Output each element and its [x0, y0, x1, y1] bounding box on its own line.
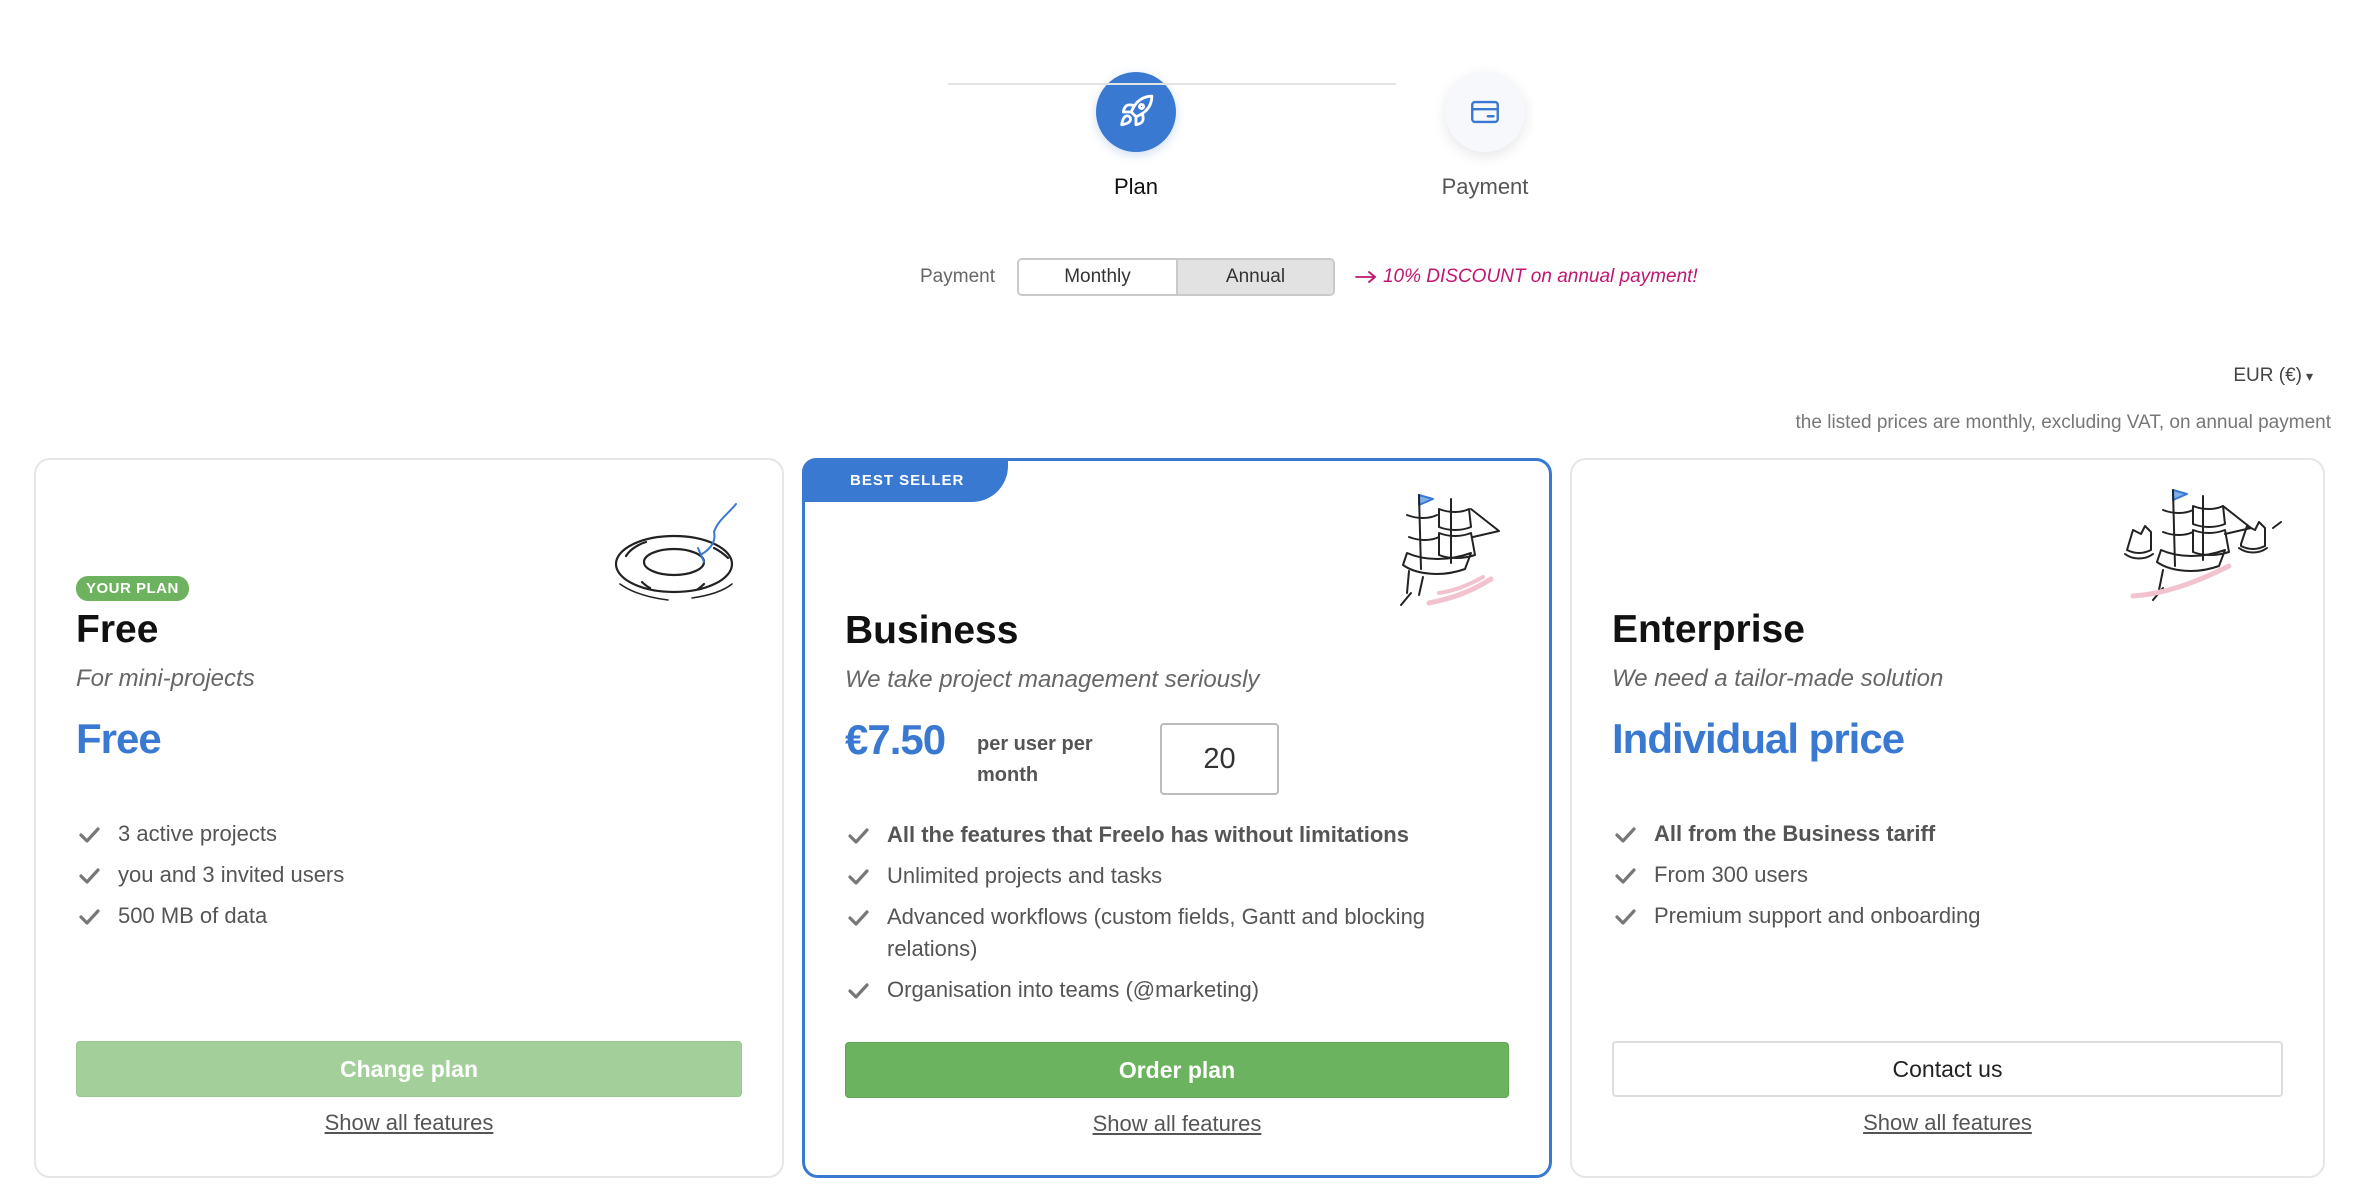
plan-price: Free — [76, 715, 162, 762]
arrow-right-icon — [1355, 271, 1376, 283]
show-all-features-link[interactable]: Show all features — [845, 1111, 1509, 1137]
plan-name: Enterprise — [1612, 608, 1805, 651]
billing-toggle: Monthly Annual — [1016, 258, 1335, 296]
feature-text: Advanced workflows (custom fields, Gantt… — [887, 904, 1426, 961]
billing-period-selector: Payment Monthly Annual 10% DISCOUNT on a… — [920, 258, 1698, 296]
per-user-label: per user per month — [977, 733, 1093, 786]
feature-text: 500 MB of data — [118, 903, 268, 928]
feature-item: All from the Business tariff — [1612, 818, 2283, 850]
step-payment[interactable]: Payment — [1425, 72, 1545, 200]
plan-name: Business — [845, 609, 1019, 652]
plan-price: €7.50 — [845, 716, 946, 763]
user-quantity-input[interactable]: 20 — [1160, 723, 1279, 795]
feature-item: 500 MB of data — [76, 900, 742, 932]
feature-item: Advanced workflows (custom fields, Gantt… — [845, 901, 1509, 965]
plan-name: Free — [76, 608, 159, 651]
check-icon — [79, 909, 100, 925]
feature-text: All from the Business tariff — [1654, 821, 1936, 846]
fleet-icon — [2124, 489, 2282, 601]
plan-subtitle: We take project management seriously — [845, 666, 1260, 693]
life-ring-icon — [614, 503, 737, 601]
feature-item: Premium support and onboarding — [1612, 900, 2283, 932]
feature-list: 3 active projects you and 3 invited user… — [76, 818, 742, 941]
check-icon — [1615, 827, 1636, 843]
feature-text: Premium support and onboarding — [1654, 903, 1981, 928]
step-payment-circle[interactable] — [1445, 72, 1525, 152]
feature-text: you and 3 invited users — [118, 862, 345, 887]
order-plan-button[interactable]: Order plan — [845, 1042, 1509, 1098]
rocket-icon — [1120, 94, 1154, 127]
feature-text: 3 active projects — [118, 821, 277, 846]
billing-label: Payment — [920, 266, 995, 287]
check-icon — [79, 827, 100, 843]
currency-label: EUR (€) — [2233, 365, 2302, 386]
billing-annual-button[interactable]: Annual — [1175, 260, 1333, 294]
currency-dropdown[interactable]: EUR (€) ▾ — [2233, 365, 2313, 387]
stepper-connector — [948, 83, 1396, 85]
check-icon — [848, 869, 869, 885]
check-icon — [1615, 909, 1636, 925]
check-icon — [848, 828, 869, 844]
plan-card-business: BEST SELLER Business We take project man… — [802, 458, 1552, 1178]
check-icon — [1615, 868, 1636, 884]
contact-us-button[interactable]: Contact us — [1612, 1041, 2283, 1097]
show-all-features-link[interactable]: Show all features — [1612, 1110, 2283, 1136]
discount-text: 10% DISCOUNT on annual payment! — [1382, 266, 1698, 287]
your-plan-badge: YOUR PLAN — [76, 576, 189, 601]
check-icon — [848, 910, 869, 926]
plan-subtitle: For mini-projects — [76, 665, 255, 692]
feature-item: All the features that Freelo has without… — [845, 819, 1509, 851]
feature-item: you and 3 invited users — [76, 859, 742, 891]
feature-text: All the features that Freelo has without… — [887, 822, 1409, 847]
billing-monthly-button[interactable]: Monthly — [1018, 260, 1176, 294]
plan-card-enterprise: Enterprise We need a tailor-made solutio… — [1570, 458, 2325, 1178]
ship-icon — [1400, 494, 1500, 606]
feature-list: All from the Business tariff From 300 us… — [1612, 818, 2283, 941]
feature-item: 3 active projects — [76, 818, 742, 850]
check-icon — [848, 983, 869, 999]
step-plan[interactable]: Plan — [1076, 72, 1196, 200]
credit-card-icon — [1471, 100, 1499, 124]
show-all-features-link[interactable]: Show all features — [76, 1110, 742, 1136]
feature-item: From 300 users — [1612, 859, 2283, 891]
discount-note: 10% DISCOUNT on annual payment! — [1355, 266, 1698, 288]
feature-list: All the features that Freelo has without… — [845, 819, 1509, 1015]
plan-subtitle: We need a tailor-made solution — [1612, 665, 1944, 692]
feature-text: From 300 users — [1654, 862, 1809, 887]
feature-item: Organisation into teams (@marketing) — [845, 974, 1509, 1006]
price-note: the listed prices are monthly, excluding… — [1795, 412, 2331, 433]
feature-text: Unlimited projects and tasks — [887, 863, 1163, 888]
check-icon — [79, 868, 100, 884]
plan-price: Individual price — [1612, 715, 1905, 762]
feature-item: Unlimited projects and tasks — [845, 860, 1509, 892]
step-payment-label: Payment — [1441, 174, 1529, 199]
step-plan-label: Plan — [1113, 174, 1159, 199]
feature-text: Organisation into teams (@marketing) — [887, 977, 1260, 1002]
plan-card-free: YOUR PLAN Free For mini-projects Free 3 … — [34, 458, 784, 1178]
caret-down-icon: ▾ — [2305, 367, 2313, 384]
change-plan-button[interactable]: Change plan — [76, 1041, 742, 1097]
